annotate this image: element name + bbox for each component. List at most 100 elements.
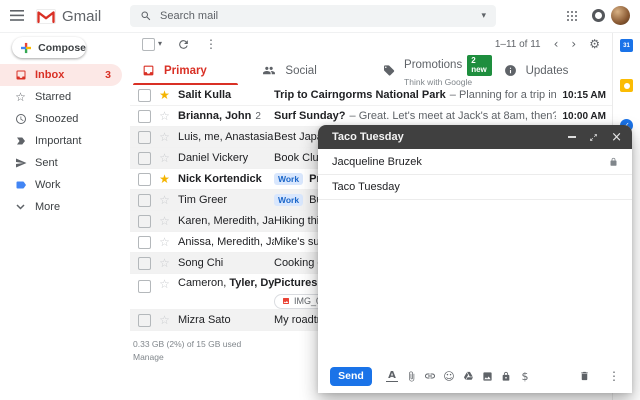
chevron-down-icon — [14, 204, 27, 210]
compose-header[interactable]: Taco Tuesday × — [318, 125, 632, 149]
email-checkbox[interactable] — [138, 131, 151, 144]
star-icon[interactable]: ☆ — [158, 278, 171, 290]
email-sender: Brianna, John2 — [178, 110, 274, 122]
email-checkbox[interactable] — [138, 236, 151, 249]
tab-primary[interactable]: Primary — [130, 56, 250, 85]
keep-icon[interactable] — [620, 79, 633, 92]
compose-window: Taco Tuesday × Jacqueline Bruzek Taco Tu… — [318, 125, 632, 393]
thread-count: 2 — [255, 111, 261, 122]
gmail-logo[interactable]: Gmail — [36, 8, 101, 25]
more-options-icon[interactable]: ⋮ — [205, 38, 217, 50]
email-checkbox[interactable] — [138, 152, 151, 165]
email-checkbox[interactable] — [138, 110, 151, 123]
send-icon — [14, 157, 27, 169]
star-icon[interactable]: ★ — [158, 89, 171, 101]
email-checkbox[interactable] — [138, 257, 151, 270]
star-icon[interactable]: ☆ — [158, 110, 171, 122]
email-checkbox[interactable] — [138, 173, 151, 186]
chevron-left-icon[interactable]: ‹ — [554, 38, 559, 50]
search-bar[interactable]: Search mail ▾ — [130, 5, 496, 27]
close-icon[interactable]: × — [611, 131, 622, 144]
primary-tab-icon — [142, 64, 155, 77]
compose-toolbar: Send A ☺ $ ⋮ — [318, 359, 632, 393]
sidebar-item-more[interactable]: More — [0, 196, 122, 218]
hamburger-menu-icon[interactable] — [10, 10, 24, 21]
formatting-icon[interactable]: A — [386, 370, 398, 382]
new-count-badge: 2 new — [467, 55, 491, 76]
star-icon[interactable]: ☆ — [158, 194, 171, 206]
star-icon[interactable]: ☆ — [158, 152, 171, 164]
manage-storage-link[interactable]: Manage — [133, 351, 241, 364]
inbox-count: 3 — [105, 69, 122, 81]
sidebar-item-inbox[interactable]: Inbox 3 — [0, 64, 122, 86]
insert-photo-icon[interactable] — [481, 371, 493, 382]
calendar-icon[interactable]: 31 — [620, 39, 633, 52]
star-outline-icon: ☆ — [14, 91, 27, 103]
tab-social[interactable]: Social — [250, 56, 370, 85]
email-checkbox[interactable] — [138, 280, 151, 293]
email-row[interactable]: ★Salit KullaTrip to Cairngorms National … — [130, 85, 612, 106]
sidebar-item-work[interactable]: Work — [0, 174, 122, 196]
tag-icon — [383, 64, 395, 77]
emoji-icon[interactable]: ☺ — [443, 371, 455, 382]
people-icon — [262, 64, 276, 77]
search-options-caret-icon[interactable]: ▾ — [481, 12, 486, 21]
email-sender: Cameron, Tyler, Dylan6 — [178, 277, 274, 289]
email-sender: Tim Greer — [178, 194, 274, 206]
compose-button[interactable]: Compose — [12, 37, 86, 58]
money-icon[interactable]: $ — [519, 371, 531, 382]
recipient-value: Jacqueline Bruzek — [332, 156, 422, 168]
inbox-tabs: Primary Social Promotions 2 new Think wi… — [130, 56, 612, 85]
user-avatar[interactable] — [611, 6, 630, 25]
email-checkbox[interactable] — [138, 194, 151, 207]
confidential-mode-icon[interactable] — [500, 371, 512, 382]
compose-body[interactable] — [318, 200, 632, 359]
sidebar-item-important[interactable]: Important — [0, 130, 122, 152]
label-icon — [14, 179, 27, 191]
plus-multicolor-icon — [21, 42, 31, 54]
star-icon[interactable]: ★ — [158, 173, 171, 185]
refresh-icon[interactable] — [177, 38, 190, 51]
tab-promotions[interactable]: Promotions 2 new Think with Google — [371, 56, 492, 85]
important-marker-icon — [14, 135, 27, 147]
compose-label: Compose — [38, 42, 86, 54]
attach-icon[interactable] — [405, 371, 417, 382]
send-button[interactable]: Send — [330, 367, 372, 386]
star-icon[interactable]: ☆ — [158, 131, 171, 143]
select-all-checkbox[interactable] — [142, 38, 155, 51]
apps-grid-icon[interactable] — [566, 10, 578, 22]
star-icon[interactable]: ☆ — [158, 257, 171, 269]
account-ring-icon[interactable] — [592, 9, 605, 22]
email-checkbox[interactable] — [138, 89, 151, 102]
email-time: 10:15 AM — [556, 90, 606, 101]
star-icon[interactable]: ☆ — [158, 215, 171, 227]
minimize-icon[interactable] — [568, 136, 576, 138]
tab-updates[interactable]: Updates — [492, 56, 612, 85]
star-icon[interactable]: ☆ — [158, 236, 171, 248]
star-icon[interactable]: ☆ — [158, 314, 171, 326]
email-sender: Salit Kulla — [178, 89, 274, 101]
email-row[interactable]: ☆Brianna, John2Surf Sunday?– Great. Let'… — [130, 106, 612, 127]
trash-icon[interactable] — [579, 370, 590, 382]
insert-link-icon[interactable] — [424, 370, 436, 382]
sidebar-item-starred[interactable]: ☆ Starred — [0, 86, 122, 108]
label-chip[interactable]: Work — [274, 194, 303, 206]
email-sender: Song Chi — [178, 257, 274, 269]
more-send-options-icon[interactable]: ⋮ — [608, 370, 620, 382]
email-checkbox[interactable] — [138, 314, 151, 327]
drive-icon[interactable] — [462, 371, 474, 381]
select-caret-icon[interactable]: ▾ — [158, 40, 162, 48]
sidebar-item-snoozed[interactable]: Snoozed — [0, 108, 122, 130]
popout-icon[interactable] — [589, 133, 598, 142]
gear-icon[interactable]: ⚙ — [589, 38, 600, 50]
chevron-right-icon[interactable]: › — [571, 38, 576, 50]
compose-subject-field[interactable]: Taco Tuesday — [318, 175, 632, 200]
label-chip[interactable]: Work — [274, 173, 303, 185]
email-checkbox[interactable] — [138, 215, 151, 228]
email-sender: Nick Kortendick — [178, 173, 274, 185]
email-snippet: – Planning for a trip in July. Are you i… — [450, 89, 557, 101]
email-sender: Karen, Meredith, James5 — [178, 215, 274, 227]
email-sender: Mizra Sato — [178, 314, 274, 326]
compose-recipient-field[interactable]: Jacqueline Bruzek — [318, 149, 632, 175]
sidebar-item-sent[interactable]: Sent — [0, 152, 122, 174]
